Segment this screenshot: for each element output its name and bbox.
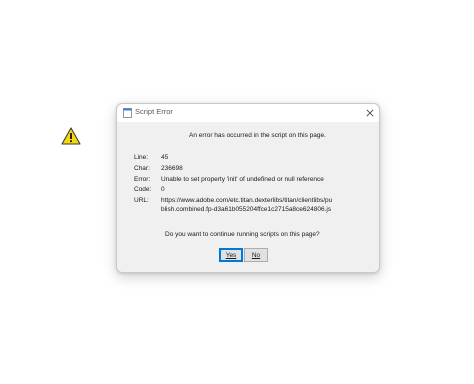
dialog-title: Script Error: [135, 107, 173, 116]
no-button[interactable]: No: [244, 248, 268, 262]
close-button[interactable]: [361, 104, 379, 122]
url-value-line1: https://www.adobe.com/etc.titan.dexterli…: [161, 197, 333, 204]
error-message: An error has occurred in the script on t…: [189, 132, 326, 139]
error-value: Unable to set property 'init' of undefin…: [161, 176, 324, 183]
line-label: Line:: [134, 154, 149, 161]
code-label: Code:: [134, 186, 152, 193]
yes-button-label: Yes: [225, 251, 237, 259]
char-label: Char:: [134, 165, 150, 172]
close-icon: [366, 109, 374, 117]
url-label: URL:: [134, 197, 149, 204]
url-value-line2: blish.combined.fp-d3a61b055204ffce1c2715…: [161, 206, 332, 213]
yes-button[interactable]: Yes: [219, 248, 243, 262]
code-value: 0: [161, 186, 165, 193]
line-value: 45: [161, 154, 169, 161]
error-label: Error:: [134, 176, 151, 183]
continue-question: Do you want to continue running scripts …: [165, 231, 320, 238]
char-value: 236698: [161, 165, 183, 172]
document-icon: [123, 108, 132, 118]
warning-icon: [61, 127, 81, 145]
no-button-label: No: [251, 251, 261, 259]
title-bar[interactable]: Script Error: [117, 104, 379, 122]
